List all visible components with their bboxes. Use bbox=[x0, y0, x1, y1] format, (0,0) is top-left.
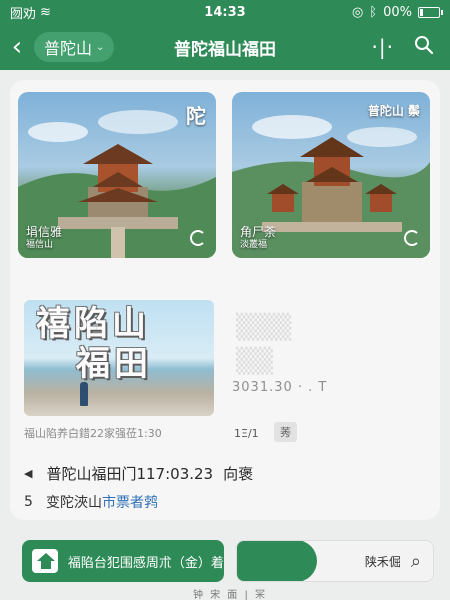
caption-line: 埍信雅 bbox=[26, 225, 63, 239]
header-actions: ·|· bbox=[372, 35, 450, 59]
search-button[interactable] bbox=[414, 35, 434, 59]
primary-action-label: 福陷台犯围感周朮（金）着汉 bbox=[67, 555, 224, 571]
banner-title: 禧陷山 福田 bbox=[24, 304, 214, 384]
search-icon bbox=[415, 36, 434, 55]
bottom-strip: 钟 宋 面 | 冞 bbox=[192, 590, 268, 600]
battery-icon bbox=[418, 6, 443, 18]
temple-photo-card-1[interactable]: 陀 埍信雅 福信山 bbox=[18, 92, 216, 258]
home-icon bbox=[32, 549, 58, 573]
refresh-icon[interactable] bbox=[404, 230, 420, 246]
chevron-left-icon: ‹ bbox=[11, 32, 23, 62]
faded-background-text: ▒▒▒ ▒▒ bbox=[226, 300, 426, 416]
secondary-search-button[interactable]: 陕禾倔 ⌕ bbox=[236, 540, 434, 582]
play-icon: ◀ bbox=[24, 466, 33, 480]
info-tag[interactable]: 莠 bbox=[274, 422, 297, 442]
ticket-number: 5 bbox=[24, 494, 33, 510]
caption-sub: 淡叢福 bbox=[240, 240, 268, 250]
leaf-decoration bbox=[237, 541, 317, 581]
gate-row[interactable]: ◀ 普陀山福田门117:03.23 向褒 bbox=[24, 460, 434, 486]
location-selector[interactable]: 普陀山 ⌄ bbox=[34, 32, 115, 62]
content-panel: 陀 埍信雅 福信山 普陀山 鬃 角尸荼 淡叢福 禧陷山 福田 ▒▒▒ ▒▒ 30… bbox=[10, 80, 440, 520]
primary-action-button[interactable]: 福陷台犯围感周朮（金）着汉 bbox=[22, 540, 224, 582]
ticket-prefix: 变陀浹山 bbox=[46, 495, 102, 511]
refresh-icon[interactable] bbox=[190, 230, 206, 246]
app-header: ‹ 普陀山 ⌄ 普陀福山福田 ·|· bbox=[0, 24, 450, 70]
info-description: 福山陷养白錯22家强莅1:30 bbox=[24, 427, 162, 440]
status-bar: 囫劝 ≋ 14:33 ◎ ᛒ 00% bbox=[0, 0, 450, 24]
card-caption: 角尸荼 淡叢福 bbox=[240, 226, 276, 252]
card-corner-tag: 普陀山 鬃 bbox=[367, 104, 420, 118]
search-icon: ⌕ bbox=[410, 550, 421, 572]
banner-line-1: 禧陷山 bbox=[36, 304, 150, 344]
more-button[interactable]: ·|· bbox=[372, 35, 394, 59]
page-indicator: 1Ξ/1 bbox=[234, 426, 259, 440]
person-figure bbox=[80, 382, 88, 406]
gate-suffix: 向褒 bbox=[223, 464, 254, 483]
temple-photo-card-2[interactable]: 普陀山 鬃 角尸荼 淡叢福 bbox=[232, 92, 430, 258]
faded-code: 3031.30 · . T bbox=[232, 380, 328, 395]
clock: 14:33 bbox=[204, 4, 246, 20]
back-button[interactable]: ‹ bbox=[0, 24, 34, 70]
gate-name: 普陀山福田门117:03.23 bbox=[46, 464, 214, 483]
caption-sub: 福信山 bbox=[26, 240, 54, 250]
ticket-link[interactable]: 市票者鹁 bbox=[102, 492, 158, 512]
secondary-label: 陕禾倔 bbox=[364, 554, 401, 569]
card-corner-tag: 陀 bbox=[186, 104, 206, 128]
ticket-row: 5 变陀浹山 市票者鹁 bbox=[24, 490, 434, 514]
chevron-down-icon: ⌄ bbox=[96, 41, 105, 53]
location-label: 普陀山 bbox=[44, 39, 93, 58]
promo-banner[interactable]: 禧陷山 福田 bbox=[24, 300, 214, 416]
faded-glyphs: ▒▒▒ ▒▒ bbox=[236, 313, 292, 375]
banner-line-2: 福田 bbox=[76, 344, 152, 384]
caption-line: 角尸荼 bbox=[240, 225, 277, 239]
info-row: 福山陷养白錯22家强莅1:30 1Ξ/1 莠 bbox=[24, 422, 434, 444]
card-caption: 埍信雅 福信山 bbox=[26, 226, 62, 252]
